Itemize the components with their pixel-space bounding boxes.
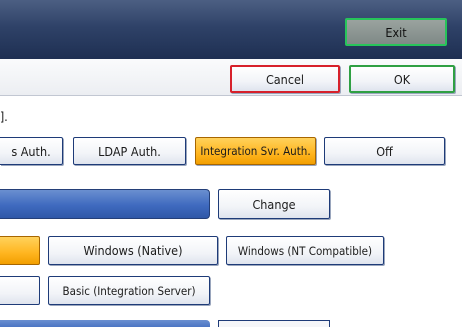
auth-type-option-partial[interactable]: [0, 276, 40, 305]
integration-server-auth-button[interactable]: Integration Svr. Auth.: [195, 137, 316, 165]
next-section-button[interactable]: [218, 320, 330, 327]
auth-type-option-selected[interactable]: [0, 236, 40, 265]
server-section-bar: [0, 189, 210, 219]
windows-nt-compatible-button[interactable]: Windows (NT Compatible): [226, 236, 384, 265]
ldap-auth-button[interactable]: LDAP Auth.: [73, 137, 186, 165]
change-button[interactable]: Change: [218, 189, 330, 219]
auth-settings-screen: Exit Cancel OK ]. s Auth. LDAP Auth. Int…: [0, 0, 462, 327]
ok-button[interactable]: OK: [349, 65, 455, 93]
basic-integration-server-button[interactable]: Basic (Integration Server): [48, 276, 210, 305]
auth-option-partial[interactable]: s Auth.: [0, 137, 63, 165]
windows-native-button[interactable]: Windows (Native): [48, 236, 218, 265]
auth-off-button[interactable]: Off: [324, 137, 445, 165]
cancel-button[interactable]: Cancel: [230, 65, 340, 93]
next-section-bar: [0, 320, 210, 327]
exit-button[interactable]: Exit: [345, 18, 447, 46]
instruction-text: ].: [0, 110, 8, 124]
